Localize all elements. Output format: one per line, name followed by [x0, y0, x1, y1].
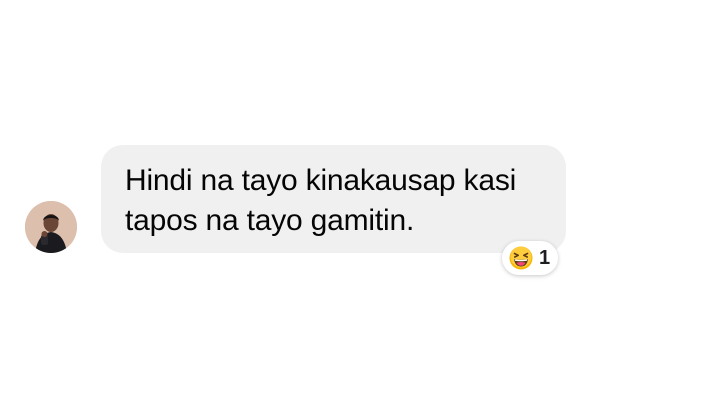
chat-canvas: Hindi na tayo kinakausap kasi tapos na t…: [0, 0, 720, 405]
message-line-1: Hindi na tayo kinakausap kasi: [125, 164, 517, 197]
reaction-count: 1: [539, 246, 551, 269]
message-text: Hindi na tayo kinakausap kasi tapos na t…: [125, 161, 544, 241]
person-photo-icon: [25, 201, 77, 253]
message-bubble[interactable]: Hindi na tayo kinakausap kasi tapos na t…: [101, 145, 566, 253]
reaction-badge[interactable]: 1: [502, 241, 559, 275]
avatar[interactable]: [25, 201, 77, 253]
message-line-2: tapos na tayo gamitin.: [125, 204, 415, 237]
grinning-squinting-face-icon: [509, 246, 533, 270]
